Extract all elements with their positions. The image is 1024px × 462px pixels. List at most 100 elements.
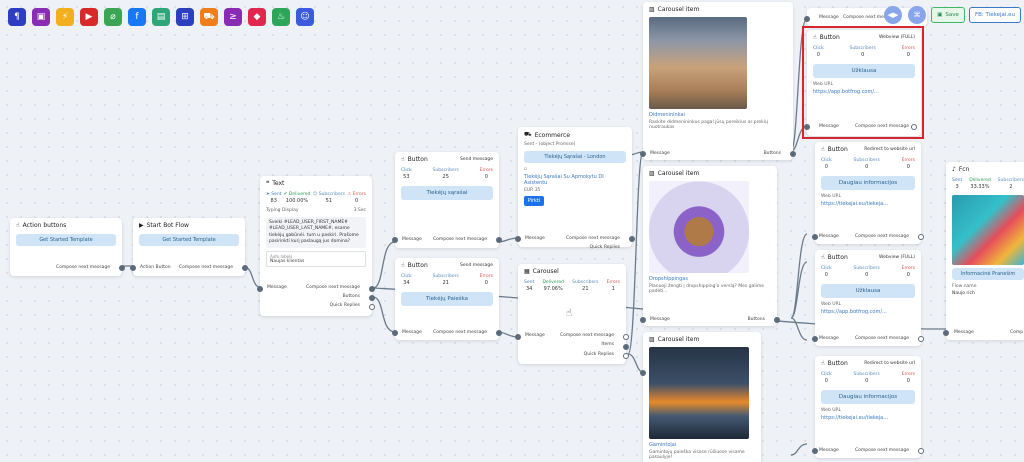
sitemap-icon[interactable]: ⊞ bbox=[176, 8, 194, 26]
output-handle[interactable] bbox=[629, 236, 635, 242]
item-description: Gamintojų paieška visose rūšiuose visame… bbox=[649, 450, 745, 460]
action-buttons-node[interactable]: ☝ Action buttons Get Started Template Com… bbox=[10, 218, 125, 276]
item-title[interactable]: Didmenininkai bbox=[643, 111, 793, 119]
buttons-handle[interactable] bbox=[774, 317, 780, 323]
ecommerce-node[interactable]: ⛟ Ecommerce Sent - (object Promise) Tiekė… bbox=[515, 127, 635, 250]
youtube-icon[interactable]: ▶ bbox=[80, 8, 98, 26]
input-handle[interactable] bbox=[812, 234, 818, 240]
card-icon[interactable]: ▣ bbox=[32, 8, 50, 26]
input-handle[interactable] bbox=[515, 334, 521, 340]
buttons-handle[interactable] bbox=[790, 151, 796, 157]
carousel-item-1[interactable]: ▨ Carousel item Didmenininkai Raskite did… bbox=[640, 2, 796, 160]
output-handle[interactable] bbox=[496, 237, 502, 243]
input-handle[interactable] bbox=[130, 265, 136, 271]
input-handle[interactable] bbox=[392, 237, 398, 243]
buttons-handle[interactable] bbox=[369, 295, 375, 301]
node-title: Button bbox=[407, 262, 428, 269]
start-bot-flow-node[interactable]: ▶ Start Bot Flow Get Started Template Act… bbox=[130, 218, 248, 276]
click-icon: ☝ bbox=[821, 146, 825, 153]
more-info-button[interactable]: Daugiau informacijos bbox=[821, 176, 915, 190]
web-url-link[interactable]: https://tiekejai.eu/tiekeja... bbox=[815, 200, 921, 208]
paragraph-icon[interactable]: ¶ bbox=[8, 8, 26, 26]
output-handle[interactable] bbox=[369, 286, 375, 292]
output-handle[interactable] bbox=[242, 265, 248, 271]
gas-icon[interactable]: ♨ bbox=[272, 8, 290, 26]
button-node-1[interactable]: ☝ Button Send message Click 53 Subscribers 2… bbox=[392, 152, 502, 248]
inquiry-button[interactable]: Užklausa bbox=[821, 284, 915, 298]
carousel-item-2[interactable]: ▨ Carousel item Dropshippingas Planuoji ž… bbox=[640, 166, 780, 326]
quick-replies-handle[interactable] bbox=[369, 304, 375, 310]
get-started-button[interactable]: Get Started Template bbox=[139, 234, 239, 246]
selection-highlight bbox=[802, 26, 924, 139]
nav-arrows-button[interactable]: ◀▶ bbox=[884, 6, 902, 24]
input-handle[interactable] bbox=[640, 370, 646, 376]
attachment-icon[interactable]: ⌀ bbox=[104, 8, 122, 26]
get-started-button[interactable]: Get Started Template bbox=[16, 234, 116, 246]
info-message-button[interactable]: Informacinė Pranešim bbox=[952, 268, 1024, 280]
buy-button[interactable]: Pirkti bbox=[524, 196, 544, 206]
typing-label: Typing Display bbox=[266, 208, 299, 213]
flash-icon[interactable]: ⚡ bbox=[56, 8, 74, 26]
input-handle[interactable] bbox=[812, 448, 818, 454]
url-button-node-3[interactable]: ☝ Button Webview (FULL) Click 0 Subscribers… bbox=[812, 250, 924, 346]
more-info-button[interactable]: Daugiau informacijos bbox=[821, 390, 915, 404]
paint-icon[interactable]: ◆ bbox=[248, 8, 266, 26]
save-button[interactable]: ▣ Save bbox=[931, 7, 965, 23]
output-handle[interactable] bbox=[918, 336, 924, 342]
input-handle[interactable] bbox=[392, 330, 398, 336]
supplier-search-button[interactable]: Tiekėjų Paieška bbox=[401, 292, 493, 306]
item-title[interactable]: Dropshippingas bbox=[643, 275, 777, 283]
output-handle[interactable] bbox=[119, 265, 125, 271]
image-placeholder-icon: ▫ bbox=[524, 167, 528, 172]
fb-page-link[interactable]: FB: Tiekejai.eu bbox=[969, 7, 1021, 23]
node-title: Fcn bbox=[958, 166, 970, 173]
product-price: EUR 35 bbox=[524, 188, 541, 193]
cart-icon[interactable]: ⛟ bbox=[200, 8, 218, 26]
carousel-node[interactable]: ▦ Carousel Sent 34 Delivered 97.06% Subscri… bbox=[515, 264, 629, 364]
product-title[interactable]: Tiekėjų Sąrašai Su Apmokytu DI Asistentu bbox=[518, 173, 632, 187]
url-button-node-4[interactable]: ☝ Button Redirect to website url Click 0 Su… bbox=[812, 356, 924, 458]
items-handle[interactable] bbox=[623, 344, 629, 350]
node-title: Ecommerce bbox=[534, 131, 571, 139]
node-title: Carousel item bbox=[657, 170, 700, 177]
market-image bbox=[952, 195, 1024, 265]
output-handle[interactable] bbox=[496, 330, 502, 336]
output-handle[interactable] bbox=[918, 234, 924, 240]
carousel-item-3[interactable]: ▨ Carousel item Gamintojai Gamintojų paie… bbox=[640, 332, 761, 462]
node-title: Text bbox=[272, 180, 285, 187]
save-icon: ▣ bbox=[937, 12, 943, 18]
greater-than-icon[interactable]: ≥ bbox=[224, 8, 242, 26]
input-handle[interactable] bbox=[812, 336, 818, 342]
url-button-node-2[interactable]: ☝ Button Redirect to website url Click 0 Su… bbox=[812, 142, 924, 244]
item-title[interactable]: Gamintojai bbox=[643, 441, 761, 449]
input-handle[interactable] bbox=[804, 16, 810, 22]
quick-replies-handle[interactable] bbox=[623, 353, 629, 359]
text-node[interactable]: ❝ Text ➤ Sent 83 ✔ Delivered 100.00% ☺ Subs… bbox=[257, 176, 375, 316]
web-url-link[interactable]: https://app.botfrog.com/... bbox=[815, 308, 921, 316]
button-node-2[interactable]: ☝ Button Send message Click 34 Subscribers 2… bbox=[392, 258, 502, 340]
fit-view-button[interactable]: ⌘ bbox=[908, 6, 926, 24]
web-url-link[interactable]: https://tiekejai.eu/tiekeja... bbox=[815, 414, 921, 422]
buttons-label: Buttons bbox=[342, 294, 360, 299]
input-handle[interactable] bbox=[943, 330, 949, 336]
suppliers-list-button[interactable]: Tiekėjų sąrašai bbox=[401, 186, 493, 200]
facebook-icon[interactable]: f bbox=[128, 8, 146, 26]
image-icon: ▨ bbox=[649, 336, 655, 343]
item-description: Planuoji žengti į dropshipping'o verslą?… bbox=[649, 284, 764, 294]
flow-canvas[interactable]: ¶ ▣ ⚡ ▶ ⌀ f ▤ ⊞ ⛟ ≥ ◆ ♨ ☺ ☝ Action buttons Get Starte… bbox=[0, 0, 1024, 462]
ecommerce-button[interactable]: Tiekėjų Sąrašai - London bbox=[524, 151, 626, 163]
output-handle[interactable] bbox=[623, 334, 629, 340]
label-field[interactable]: Auto labels Naujas klientas bbox=[266, 251, 366, 268]
message-text[interactable]: Sveiki #LEAD_USER_FIRST_NAME# #LEAD_USER… bbox=[266, 217, 366, 249]
input-handle[interactable] bbox=[640, 151, 646, 157]
input-handle[interactable] bbox=[515, 236, 521, 242]
cart-icon: ⛟ bbox=[524, 131, 532, 138]
node-title: Button bbox=[827, 360, 848, 367]
text-icon: ❝ bbox=[266, 180, 270, 187]
output-handle[interactable] bbox=[918, 448, 924, 454]
fcn-node[interactable]: ♪ Fcn Sent 3 Delivered 33.33% Subscribers 2 … bbox=[943, 162, 1024, 340]
robot-icon[interactable]: ☺ bbox=[296, 8, 314, 26]
contact-card-icon[interactable]: ▤ bbox=[152, 8, 170, 26]
input-handle[interactable] bbox=[640, 317, 646, 323]
input-handle[interactable] bbox=[257, 286, 263, 292]
